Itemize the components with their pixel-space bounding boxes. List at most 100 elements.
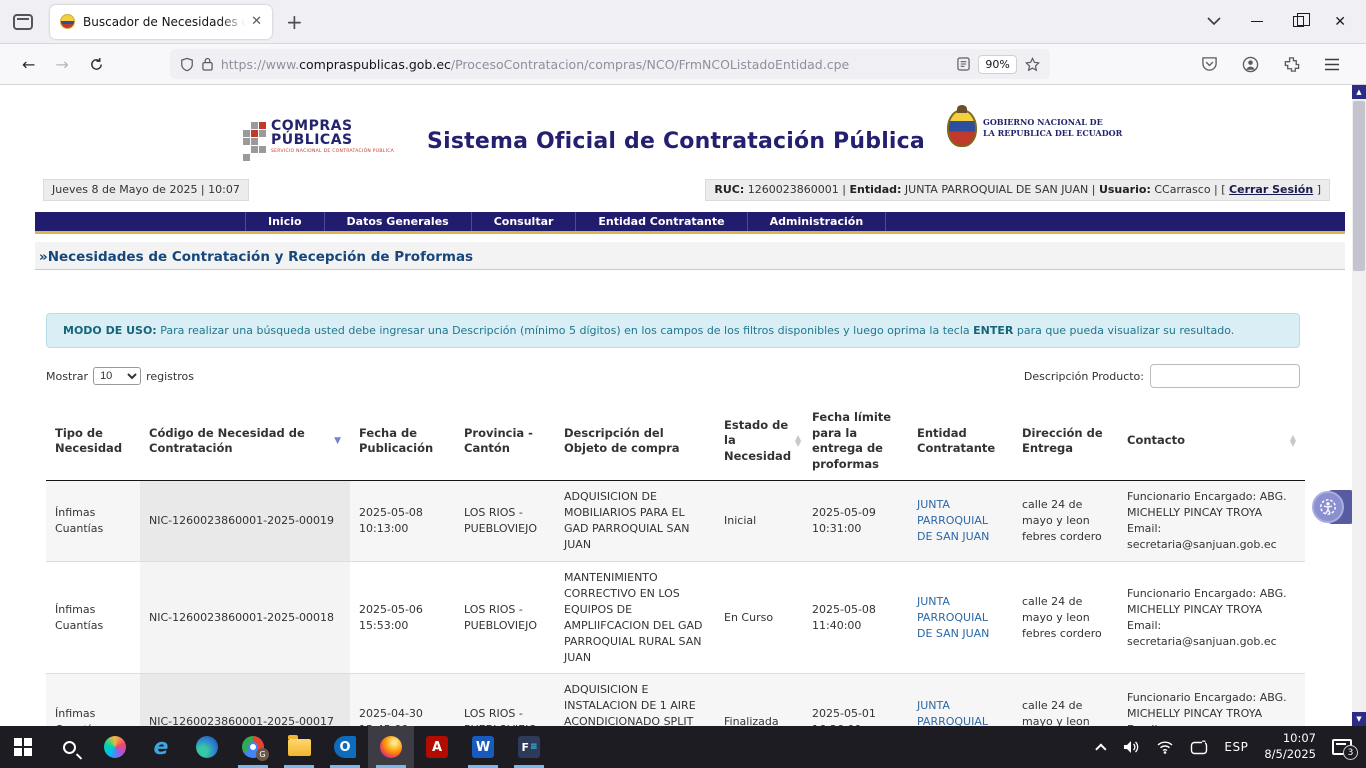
outlook-icon[interactable]: O bbox=[322, 726, 368, 768]
cell-provincia: LOS RIOS - PUEBLOVIEJO bbox=[455, 673, 555, 726]
url-bar[interactable]: https://www.compraspublicas.gob.ec/Proce… bbox=[169, 49, 1050, 79]
forward-button[interactable]: → bbox=[55, 55, 68, 74]
government-logo: GOBIERNO NACIONAL DE LA REPUBLICA DEL EC… bbox=[947, 105, 1122, 147]
file-explorer-icon[interactable] bbox=[276, 726, 322, 768]
hamburger-menu-icon[interactable] bbox=[1324, 58, 1340, 71]
nav-item-consultar[interactable]: Consultar bbox=[472, 212, 577, 231]
new-tab-button[interactable]: + bbox=[286, 10, 303, 34]
nav-item-administracion[interactable]: Administración bbox=[748, 212, 887, 231]
col-codigo-necesidad[interactable]: Código de Necesidad de Contratación ▼ bbox=[140, 402, 350, 482]
col-descripcion-objeto[interactable]: Descripción del Objeto de compra bbox=[555, 402, 715, 482]
cell-contacto: Funcionario Encargado: ABG. MICHELLY PIN… bbox=[1118, 561, 1305, 675]
account-icon[interactable] bbox=[1242, 56, 1259, 73]
usage-enter-keyword: ENTER bbox=[973, 324, 1014, 337]
page-scrollbar[interactable]: ▲ ▼ bbox=[1352, 85, 1366, 726]
entity-link[interactable]: JUNTA PARROQUIAL DE SAN JUAN bbox=[917, 699, 989, 726]
col-direccion-entrega[interactable]: Dirección de Entrega bbox=[1013, 402, 1118, 482]
cell-entidad: JUNTA PARROQUIAL DE SAN JUAN bbox=[908, 561, 1013, 675]
cell-estado: En Curso bbox=[715, 561, 803, 675]
col-contacto[interactable]: Contacto ▲ ▼ bbox=[1118, 402, 1305, 482]
edge-icon[interactable] bbox=[184, 726, 230, 768]
page-viewport: COMPRAS PÚBLICAS SERVICIO NACIONAL DE CO… bbox=[0, 85, 1366, 726]
sort-desc-icon: ▼ bbox=[334, 435, 341, 446]
tab-list-chevron-icon[interactable] bbox=[1207, 17, 1221, 26]
zoom-level-badge[interactable]: 90% bbox=[978, 54, 1017, 74]
browser-tab[interactable]: Buscador de Necesidades de Co ✕ bbox=[50, 4, 272, 39]
pocket-icon[interactable] bbox=[1201, 56, 1218, 72]
tab-close-icon[interactable]: ✕ bbox=[251, 14, 262, 29]
close-window-button[interactable]: ✕ bbox=[1334, 14, 1346, 30]
wifi-icon[interactable] bbox=[1156, 740, 1174, 754]
tray-time: 10:07 bbox=[1282, 731, 1316, 746]
show-label: Mostrar bbox=[46, 369, 89, 383]
usage-info-box: MODO DE USO: Para realizar una búsqueda … bbox=[46, 313, 1300, 348]
table-row: Ínfimas Cuantías NIC-1260023860001-2025-… bbox=[46, 480, 1305, 562]
language-indicator[interactable]: ESP bbox=[1224, 740, 1248, 754]
minimize-button[interactable] bbox=[1251, 20, 1264, 23]
ruc-label: RUC: bbox=[714, 183, 745, 196]
restore-button[interactable] bbox=[1293, 13, 1311, 27]
col-entidad-contratante[interactable]: Entidad Contratante bbox=[908, 402, 1013, 482]
chrome-icon[interactable]: G bbox=[230, 726, 276, 768]
scroll-up-arrow[interactable]: ▲ bbox=[1352, 85, 1366, 99]
cell-tipo: Ínfimas Cuantías bbox=[46, 480, 140, 562]
cell-fecha-limite: 2025-05-08 11:40:00 bbox=[803, 561, 908, 675]
cell-direccion: calle 24 de mayo y leon febres cordero bbox=[1013, 561, 1118, 675]
url-text[interactable]: https://www.compraspublicas.gob.ec/Proce… bbox=[221, 57, 950, 72]
scrollbar-thumb[interactable] bbox=[1353, 101, 1365, 271]
product-description-input[interactable] bbox=[1150, 364, 1300, 388]
col-estado-necesidad[interactable]: Estado de la Necesidad ▲ ▼ bbox=[715, 402, 803, 482]
firefox-icon[interactable] bbox=[368, 726, 414, 768]
session-info-box: RUC: 1260023860001 | Entidad: JUNTA PARR… bbox=[705, 179, 1330, 201]
col-fecha-limite[interactable]: Fecha límite para la entrega de proforma… bbox=[803, 402, 908, 482]
cell-direccion: calle 24 de mayo y leon febres cordero bbox=[1013, 480, 1118, 562]
nav-item-inicio[interactable]: Inicio bbox=[245, 212, 325, 231]
internet-explorer-icon[interactable]: e bbox=[138, 726, 184, 768]
records-label: registros bbox=[146, 369, 194, 383]
reader-mode-icon[interactable] bbox=[957, 57, 971, 71]
nav-item-datos-generales[interactable]: Datos Generales bbox=[325, 212, 472, 231]
col-provincia-canton[interactable]: Provincia - Cantón bbox=[455, 402, 555, 482]
lock-icon[interactable] bbox=[202, 57, 213, 71]
entity-value: JUNTA PARROQUIAL DE SAN JUAN bbox=[904, 183, 1089, 196]
copilot-icon[interactable] bbox=[92, 726, 138, 768]
tray-expand-chevron-icon[interactable] bbox=[1095, 743, 1107, 755]
cell-descripcion: MANTENIMIENTO CORRECTIVO EN LOS EQUIPOS … bbox=[555, 561, 715, 675]
accessibility-widget[interactable] bbox=[1312, 489, 1358, 525]
sort-both-icon: ▲ ▼ bbox=[1289, 432, 1296, 449]
ecuador-crest-icon bbox=[947, 105, 977, 147]
word-icon[interactable]: W bbox=[460, 726, 506, 768]
shield-icon[interactable] bbox=[180, 57, 194, 72]
logout-link[interactable]: Cerrar Sesión bbox=[1229, 183, 1313, 196]
search-icon[interactable] bbox=[46, 726, 92, 768]
start-button[interactable] bbox=[0, 726, 46, 768]
cell-descripcion: ADQUISICION DE MOBILIARIOS PARA EL GAD P… bbox=[555, 480, 715, 562]
nav-item-entidad-contratante[interactable]: Entidad Contratante bbox=[576, 212, 748, 231]
page-length-select[interactable]: 10 bbox=[93, 367, 142, 385]
volume-icon[interactable] bbox=[1123, 740, 1140, 754]
date-time-box: Jueves 8 de Mayo de 2025 | 10:07 bbox=[43, 179, 249, 201]
filter-label: Descripción Producto: bbox=[1023, 369, 1144, 383]
col-fecha-publicacion[interactable]: Fecha de Publicación bbox=[350, 402, 455, 482]
cell-tipo: Ínfimas Cuantías bbox=[46, 561, 140, 675]
scroll-down-arrow[interactable]: ▼ bbox=[1352, 712, 1366, 726]
entity-link[interactable]: JUNTA PARROQUIAL DE SAN JUAN bbox=[917, 498, 989, 543]
firefox-view-icon[interactable] bbox=[13, 13, 33, 30]
display-connect-icon[interactable] bbox=[1190, 740, 1208, 755]
reload-button[interactable] bbox=[89, 57, 104, 72]
entity-link[interactable]: JUNTA PARROQUIAL DE SAN JUAN bbox=[917, 595, 989, 640]
taskbar: e G O A W F ≡ ESP 10:07 8/5/2025 3 bbox=[0, 726, 1366, 768]
clock[interactable]: 10:07 8/5/2025 bbox=[1264, 731, 1316, 762]
accessibility-icon bbox=[1312, 491, 1344, 523]
tray-date: 8/5/2025 bbox=[1264, 747, 1316, 761]
col-tipo-necesidad[interactable]: Tipo de Necesidad bbox=[46, 402, 140, 482]
logout-bracket: | [ bbox=[1214, 183, 1226, 196]
forticlient-icon[interactable]: F ≡ bbox=[506, 726, 552, 768]
page-title: »Necesidades de Contratación y Recepción… bbox=[39, 249, 474, 265]
bookmark-star-icon[interactable] bbox=[1024, 56, 1040, 72]
acrobat-icon[interactable]: A bbox=[414, 726, 460, 768]
extensions-puzzle-icon[interactable] bbox=[1283, 56, 1300, 73]
notifications-icon[interactable]: 3 bbox=[1332, 739, 1358, 760]
notification-count-badge: 3 bbox=[1343, 745, 1358, 760]
back-button[interactable]: ← bbox=[22, 55, 35, 74]
